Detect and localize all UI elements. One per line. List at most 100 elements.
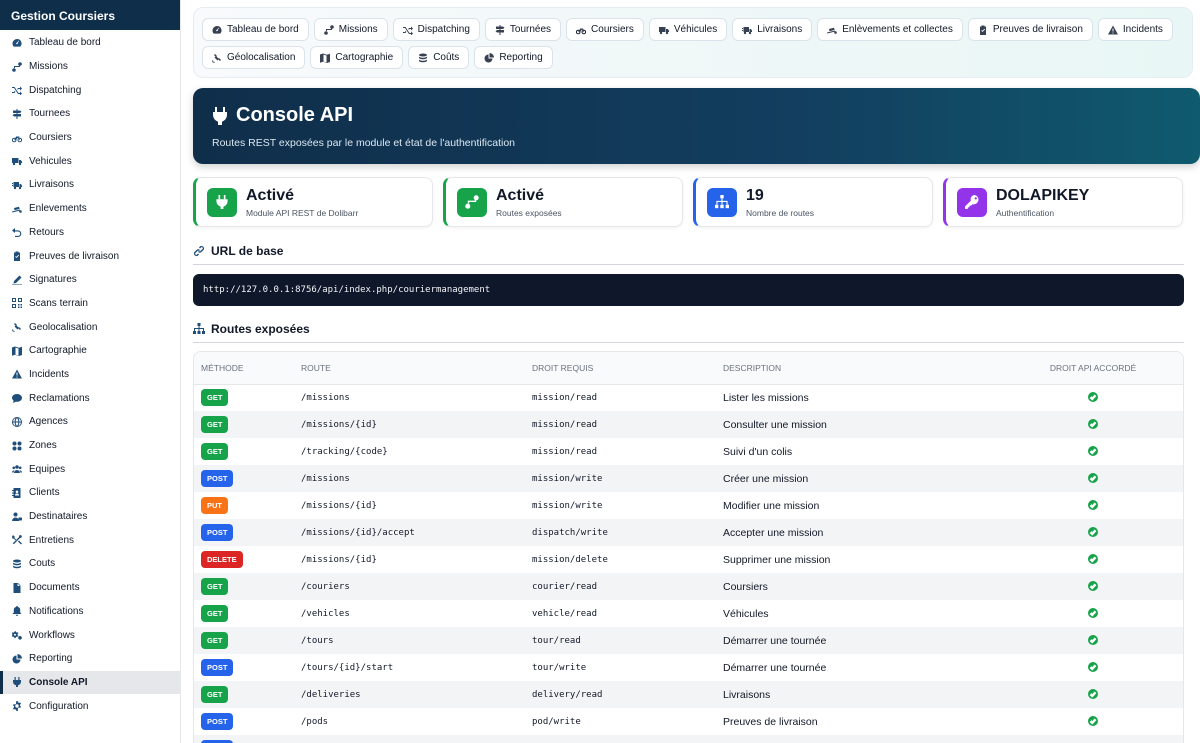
dashboard-icon <box>212 25 222 35</box>
stat-value: Activé <box>246 186 295 204</box>
main-content: Tableau de bord Missions Dispatching Tourné… <box>181 0 1200 743</box>
check-circle-icon <box>1088 418 1098 429</box>
signpost-icon <box>495 24 505 35</box>
sidebar-item-label: Enlevements <box>29 203 87 215</box>
table-row: DELETE/missions/{id} mission/delete Suppri… <box>194 546 1183 573</box>
sidebar-item-retours[interactable]: Retours <box>0 221 180 245</box>
stat-card: Activé Module API REST de Dolibarr <box>193 177 433 227</box>
granted-cell <box>1003 438 1183 465</box>
check-circle-icon <box>1088 445 1098 456</box>
sidebar-item-entretiens[interactable]: Entretiens <box>0 528 180 552</box>
truck-fast-icon <box>12 180 22 190</box>
base-url-title: URL de base <box>211 244 284 258</box>
sidebar-item-coursiers[interactable]: Coursiers <box>0 126 180 150</box>
nav-tab-label: Coûts <box>433 52 460 63</box>
nav-tab-reporting[interactable]: Reporting <box>474 46 553 69</box>
check-circle-icon <box>1088 472 1098 483</box>
sidebar-item-missions[interactable]: Missions <box>0 55 180 79</box>
nav-tab-tournees[interactable]: Tournées <box>484 18 562 41</box>
sidebar-item-clients[interactable]: Clients <box>0 481 180 505</box>
method-cell: DELETE <box>194 546 301 573</box>
route-cell: /missions/{id} <box>301 500 377 511</box>
sidebar-item-label: Incidents <box>29 368 70 380</box>
sidebar-item-tableau-de-bord[interactable]: Tableau de bord <box>0 31 180 55</box>
sidebar: Gestion Coursiers Tableau de bord Mission… <box>0 0 181 743</box>
nav-tab-enlevements-et-collectes[interactable]: Enlèvements et collectes <box>817 18 963 41</box>
right-cell: mission/read <box>532 392 598 403</box>
nav-tab-cartographie[interactable]: Cartographie <box>310 46 404 69</box>
nav-tab-vehicules[interactable]: Véhicules <box>648 18 728 41</box>
right-cell: dispatch/write <box>532 519 723 546</box>
method-cell: GET <box>194 438 301 465</box>
route-cell: /missions <box>301 465 532 492</box>
sidebar-item-vehicules[interactable]: Vehicules <box>0 149 180 173</box>
sidebar-item-label: Console API <box>29 676 88 688</box>
nav-tab-couts[interactable]: Coûts <box>408 46 470 69</box>
check-circle-icon <box>1088 634 1098 645</box>
right-cell: tour/read <box>532 627 723 654</box>
route-cell: /tours/{id}/start <box>301 662 394 673</box>
undo-icon <box>12 227 22 238</box>
sidebar-item-dispatching[interactable]: Dispatching <box>0 78 180 102</box>
nav-tab-label: Missions <box>338 24 378 35</box>
method-cell: POST <box>194 654 301 681</box>
sidebar-item-incidents[interactable]: Incidents <box>0 363 180 387</box>
signpost-icon <box>12 108 22 119</box>
nav-tab-coursiers[interactable]: Coursiers <box>566 18 644 41</box>
nav-tab-tableau-de-bord[interactable]: Tableau de bord <box>202 18 309 41</box>
nav-tab-geolocalisation[interactable]: Géolocalisation <box>202 46 306 69</box>
routes-section-title: Routes exposées <box>193 322 310 336</box>
sidebar-item-label: Livraisons <box>29 179 75 191</box>
sidebar-item-workflows[interactable]: Workflows <box>0 623 180 647</box>
page-header: Console API Routes REST exposées par le … <box>193 88 1200 164</box>
clipboard-check-icon <box>978 25 988 35</box>
sidebar-item-equipes[interactable]: Equipes <box>0 457 180 481</box>
sidebar-item-label: Notifications <box>29 605 84 617</box>
sidebar-item-geolocalisation[interactable]: Geolocalisation <box>0 315 180 339</box>
sidebar-item-console-api[interactable]: Console API <box>0 670 180 695</box>
nav-tab-label: Preuves de livraison <box>992 24 1083 35</box>
right-cell: mission/read <box>532 411 723 438</box>
method-badge: POST <box>201 470 234 487</box>
route-icon <box>323 24 334 35</box>
satellite-icon <box>12 322 22 333</box>
sidebar-item-zones[interactable]: Zones <box>0 434 180 458</box>
method-cell: PUT <box>194 492 301 519</box>
sidebar-item-cartographie[interactable]: Cartographie <box>0 339 180 363</box>
users-icon <box>12 464 22 474</box>
right-cell <box>532 735 723 743</box>
description-cell: Consulter une mission <box>723 411 1003 438</box>
sidebar-item-livraisons[interactable]: Livraisons <box>0 173 180 197</box>
check-circle-icon <box>1088 661 1098 672</box>
nav-tab-incidents[interactable]: Incidents <box>1097 18 1173 41</box>
col-granted: Droit API accordé <box>1003 352 1183 385</box>
sitemap-icon <box>707 187 737 217</box>
method-badge: GET <box>201 578 229 595</box>
sidebar-item-scans-terrain[interactable]: Scans terrain <box>0 292 180 316</box>
table-row: GET/tracking/{code} mission/read Suivi d'u… <box>194 438 1183 465</box>
sidebar-item-preuves-de-livraison[interactable]: Preuves de livraison <box>0 244 180 268</box>
sidebar-item-enlevements[interactable]: Enlevements <box>0 197 180 221</box>
app-title: Gestion Coursiers <box>0 0 180 30</box>
sidebar-item-reclamations[interactable]: Reclamations <box>0 386 180 410</box>
granted-cell <box>1003 708 1183 735</box>
sidebar-item-couts[interactable]: Couts <box>0 552 180 576</box>
sidebar-item-agences[interactable]: Agences <box>0 410 180 434</box>
sidebar-item-documents[interactable]: Documents <box>0 576 180 600</box>
nav-tab-dispatching[interactable]: Dispatching <box>392 18 480 41</box>
sidebar-item-label: Destinataires <box>29 511 88 523</box>
sidebar-item-destinataires[interactable]: Destinataires <box>0 505 180 529</box>
method-badge: PUT <box>201 497 228 514</box>
description-cell: Véhicules <box>723 607 769 620</box>
sidebar-item-notifications[interactable]: Notifications <box>0 600 180 624</box>
bell-icon <box>12 606 22 617</box>
sidebar-item-tournees[interactable]: Tournees <box>0 102 180 126</box>
sidebar-item-configuration[interactable]: Configuration <box>0 694 180 718</box>
granted-cell <box>1003 600 1183 627</box>
nav-tab-livraisons[interactable]: Livraisons <box>732 18 813 41</box>
nav-tab-missions[interactable]: Missions <box>313 18 388 41</box>
sidebar-item-reporting[interactable]: Reporting <box>0 647 180 671</box>
route-cell: /tours <box>301 627 532 654</box>
sidebar-item-signatures[interactable]: Signatures <box>0 268 180 292</box>
nav-tab-preuves-de-livraison[interactable]: Preuves de livraison <box>967 18 1093 41</box>
